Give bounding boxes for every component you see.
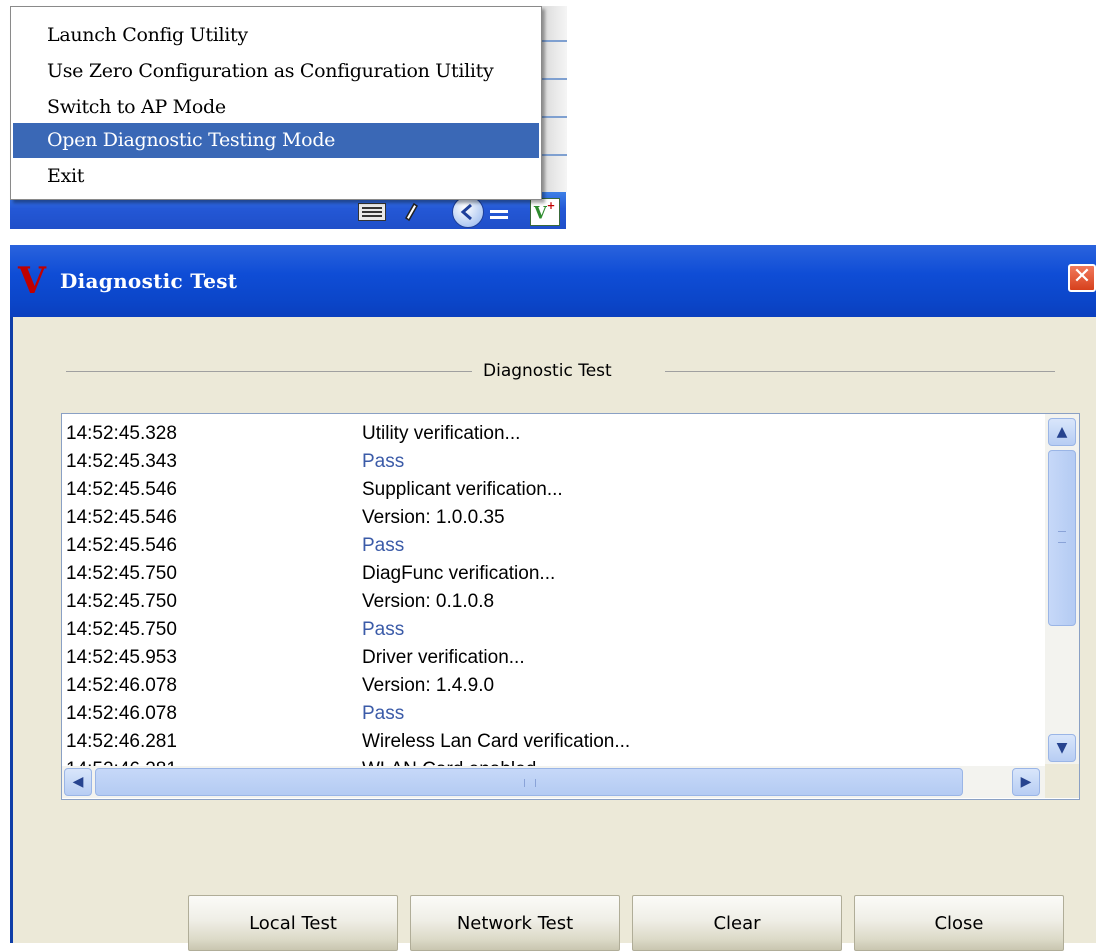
log-row[interactable]: 14:52:46.078 Pass (66, 700, 1026, 728)
log-time: 14:52:46.078 (66, 675, 177, 696)
log-message: Pass (362, 535, 405, 556)
log-time: 14:52:46.281 (66, 731, 177, 752)
log-time: 14:52:45.546 (66, 479, 177, 500)
menu-item-switch-ap-mode[interactable]: Switch to AP Mode (13, 90, 539, 125)
svg-text:+: + (547, 201, 556, 212)
log-message: Version: 1.4.9.0 (362, 675, 495, 696)
grip-icon (1058, 531, 1066, 543)
menu-item-exit[interactable]: Exit (13, 159, 539, 194)
log-message: Version: 1.0.0.35 (362, 507, 505, 528)
vertical-scrollbar[interactable]: ▲ ▼ (1045, 414, 1079, 764)
log-row[interactable]: 14:52:45.328 Utility verification... (66, 420, 1026, 448)
log-row[interactable]: 14:52:45.546 Version: 1.0.0.35 (66, 504, 1026, 532)
log-message: Pass (362, 703, 405, 724)
log-row[interactable]: 14:52:45.546 Pass (66, 532, 1026, 560)
horizontal-scroll-thumb[interactable] (95, 768, 963, 796)
diagnostic-dialog: V Diagnostic Test ✕ Diagnostic Test 14:5… (10, 245, 1096, 951)
vertical-scroll-thumb[interactable] (1048, 450, 1076, 626)
log-message: Wireless Lan Card verification... (362, 731, 631, 752)
menu-item-launch-config[interactable]: Launch Config Utility (13, 18, 539, 53)
log-time: 14:52:45.343 (66, 451, 177, 472)
dialog-client-area: Diagnostic Test 14:52:45.328 Utility veri… (13, 317, 1096, 951)
log-message: Supplicant verification... (362, 479, 563, 500)
window-edge-line (541, 154, 567, 156)
log-row[interactable]: 14:52:45.953 Driver verification... (66, 644, 1026, 672)
window-edge-line (541, 116, 567, 118)
dialog-title: Diagnostic Test (60, 269, 238, 293)
log-message: Driver verification... (362, 647, 525, 668)
log-time: 14:52:46.281 (66, 756, 177, 766)
menu-item-open-diagnostic[interactable]: Open Diagnostic Testing Mode (13, 123, 539, 158)
log-time: 14:52:45.546 (66, 535, 177, 556)
horizontal-scrollbar[interactable]: ◀ ▶ (62, 766, 1045, 798)
scroll-up-icon[interactable]: ▲ (1048, 418, 1076, 446)
log-rows: 14:52:45.328 Utility verification... 14:52… (66, 420, 1026, 766)
log-row[interactable]: 14:52:46.281 Wireless Lan Card verificati… (66, 728, 1026, 756)
log-time: 14:52:46.078 (66, 703, 177, 724)
log-message: WLAN Card enabled (362, 756, 536, 766)
log-message: Pass (362, 619, 405, 640)
close-icon[interactable]: ✕ (1068, 264, 1096, 292)
menu-item-zero-config[interactable]: Use Zero Configuration as Configuration … (13, 54, 539, 89)
log-list[interactable]: 14:52:45.328 Utility verification... 14:52… (61, 413, 1080, 800)
log-message: Pass (362, 451, 405, 472)
log-row[interactable]: 14:52:45.546 Supplicant verification... (66, 476, 1026, 504)
log-time: 14:52:45.750 (66, 619, 177, 640)
scroll-left-icon[interactable]: ◀ (64, 768, 92, 796)
context-menu: Launch Config Utility Use Zero Configura… (10, 6, 542, 200)
back-arrow-icon[interactable] (452, 196, 484, 228)
keyboard-icon[interactable] (358, 203, 386, 221)
log-time: 14:52:45.750 (66, 563, 177, 584)
window-edge-line (541, 40, 567, 42)
group-title: Diagnostic Test (483, 361, 612, 381)
log-time: 14:52:45.328 (66, 423, 177, 444)
window-edge-line (541, 78, 567, 80)
log-row[interactable]: 14:52:46.078 Version: 1.4.9.0 (66, 672, 1026, 700)
tray-context-menu-area: V + Launch Config Utility Use Zero Confi… (0, 0, 567, 229)
scrollbar-corner (1045, 764, 1079, 798)
log-row[interactable]: 14:52:45.343 Pass (66, 448, 1026, 476)
log-time: 14:52:45.750 (66, 591, 177, 612)
svg-text:V: V (533, 202, 548, 222)
network-icon[interactable] (488, 200, 514, 222)
log-message: DiagFunc verification... (362, 563, 556, 584)
app-logo: V (18, 260, 46, 302)
group-divider (665, 371, 1055, 372)
log-time: 14:52:45.546 (66, 507, 177, 528)
log-message: Version: 0.1.0.8 (362, 591, 495, 612)
log-row[interactable]: 14:52:45.750 DiagFunc verification... (66, 560, 1026, 588)
group-divider (66, 371, 472, 372)
log-time: 14:52:45.953 (66, 647, 177, 668)
scroll-right-icon[interactable]: ▶ (1012, 768, 1040, 796)
background-window-edge (540, 6, 567, 192)
log-row[interactable]: 14:52:45.750 Version: 0.1.0.8 (66, 588, 1026, 616)
title-bar[interactable]: V Diagnostic Test ✕ (10, 245, 1096, 317)
pen-icon[interactable] (400, 200, 422, 222)
vplus-icon[interactable]: V + (530, 198, 560, 226)
log-row[interactable]: 14:52:45.750 Pass (66, 616, 1026, 644)
log-message: Utility verification... (362, 423, 521, 444)
scroll-down-icon[interactable]: ▼ (1048, 734, 1076, 762)
log-row[interactable]: 14:52:46.281 WLAN Card enabled (66, 756, 1026, 766)
grip-icon (524, 779, 536, 787)
